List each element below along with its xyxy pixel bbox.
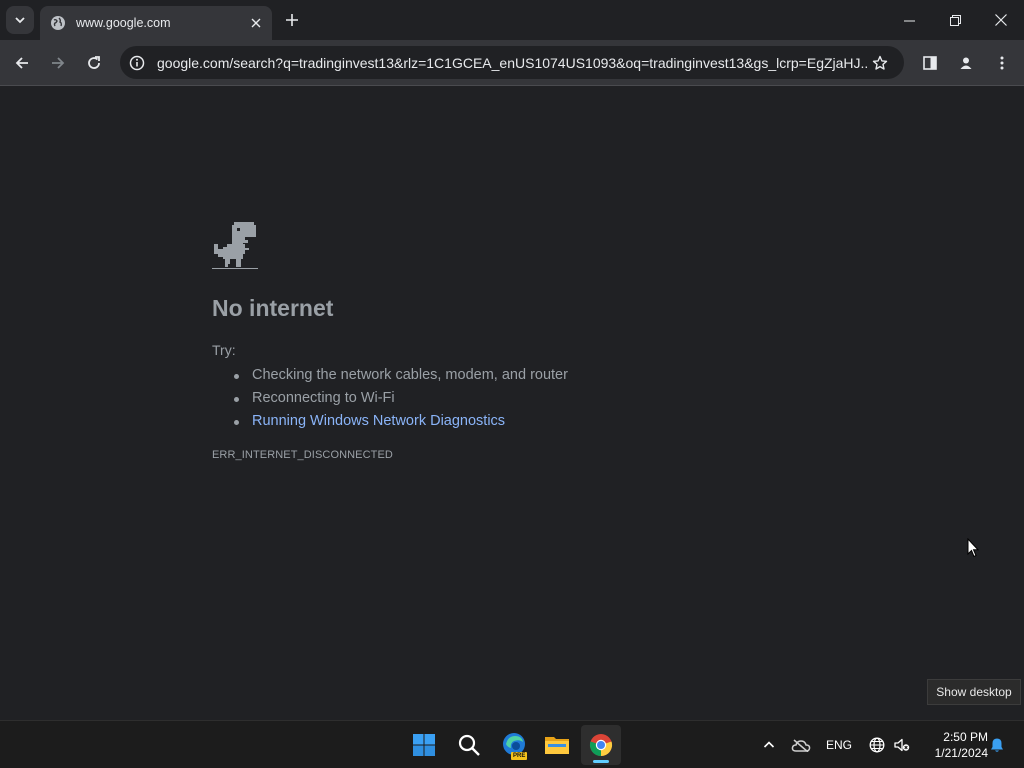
show-hidden-icons-button[interactable] <box>758 721 780 768</box>
globe-icon <box>50 15 66 31</box>
address-bar[interactable]: google.com/search?q=tradinginvest13&rlz=… <box>120 46 904 79</box>
url-text[interactable]: google.com/search?q=tradinginvest13&rlz=… <box>157 55 869 71</box>
start-button[interactable] <box>404 725 444 765</box>
cloud-off-icon <box>791 739 811 752</box>
clock-date: 1/21/2024 <box>934 746 988 760</box>
volume-button[interactable] <box>891 721 913 768</box>
close-tab-button[interactable] <box>246 13 266 33</box>
windows-start-icon <box>413 734 435 756</box>
side-panel-icon <box>923 56 937 70</box>
new-tab-button[interactable] <box>280 8 304 32</box>
minimize-button[interactable] <box>886 0 932 40</box>
file-explorer-button[interactable] <box>537 725 577 765</box>
suggestion-list: Checking the network cables, modem, and … <box>232 364 568 433</box>
close-icon <box>251 18 261 28</box>
side-panel-button[interactable] <box>914 47 946 79</box>
taskbar-search-button[interactable] <box>449 725 489 765</box>
close-icon <box>995 14 1007 26</box>
taskbar: PRE ENG 2:50 PM 1/21/2024 <box>0 720 1024 768</box>
reload-icon <box>88 56 100 69</box>
profile-button[interactable] <box>950 47 982 79</box>
chevron-down-icon <box>15 17 25 24</box>
chrome-icon <box>589 734 613 757</box>
toolbar: google.com/search?q=tradinginvest13&rlz=… <box>0 40 1024 86</box>
mouse-cursor-icon <box>967 538 979 558</box>
network-diagnostics-link[interactable]: Running Windows Network Diagnostics <box>252 413 505 429</box>
network-icon <box>869 737 885 753</box>
try-label: Try: <box>212 342 236 358</box>
restore-icon <box>949 14 961 26</box>
menu-icon <box>1000 56 1004 70</box>
suggestion-item: Checking the network cables, modem, and … <box>232 364 568 387</box>
info-icon[interactable] <box>128 54 146 72</box>
error-title: No internet <box>212 295 334 321</box>
tab-title: www.google.com <box>76 16 171 30</box>
minimize-icon <box>903 20 915 21</box>
edge-app-button[interactable]: PRE <box>494 725 534 765</box>
star-icon[interactable] <box>869 52 891 74</box>
tab-strip: www.google.com <box>0 0 1024 40</box>
volume-mute-icon <box>894 738 910 752</box>
search-icon <box>458 734 480 756</box>
menu-button[interactable] <box>986 47 1018 79</box>
show-desktop-tooltip: Show desktop <box>927 679 1021 705</box>
back-icon <box>15 57 28 69</box>
chrome-app-button[interactable] <box>581 725 621 765</box>
chevron-up-icon <box>763 741 775 748</box>
tab-google[interactable]: www.google.com <box>40 6 272 40</box>
error-code: ERR_INTERNET_DISCONNECTED <box>212 449 393 461</box>
error-page: No internet Try: Checking the network ca… <box>0 87 1024 720</box>
suggestion-item: Reconnecting to Wi-Fi <box>232 387 568 410</box>
edge-pre-badge: PRE <box>511 752 528 760</box>
close-window-button[interactable] <box>978 0 1024 40</box>
forward-icon <box>52 57 65 69</box>
restore-button[interactable] <box>932 0 978 40</box>
network-button[interactable] <box>866 721 888 768</box>
dino-icon <box>212 222 258 269</box>
profile-icon <box>960 57 972 69</box>
clock[interactable]: 2:50 PM 1/21/2024 <box>918 729 988 761</box>
forward-button[interactable] <box>42 47 74 79</box>
onedrive-button[interactable] <box>789 721 813 768</box>
suggestion-item: Running Windows Network Diagnostics <box>232 410 568 433</box>
bell-icon <box>991 738 1003 752</box>
tab-search-button[interactable] <box>6 6 34 34</box>
plus-icon <box>286 14 298 26</box>
clock-time: 2:50 PM <box>943 730 988 744</box>
back-button[interactable] <box>6 47 38 79</box>
active-app-indicator <box>593 760 609 763</box>
notifications-button[interactable] <box>986 721 1008 768</box>
folder-icon <box>545 737 569 754</box>
language-indicator[interactable]: ENG <box>822 721 856 768</box>
reload-button[interactable] <box>78 47 110 79</box>
